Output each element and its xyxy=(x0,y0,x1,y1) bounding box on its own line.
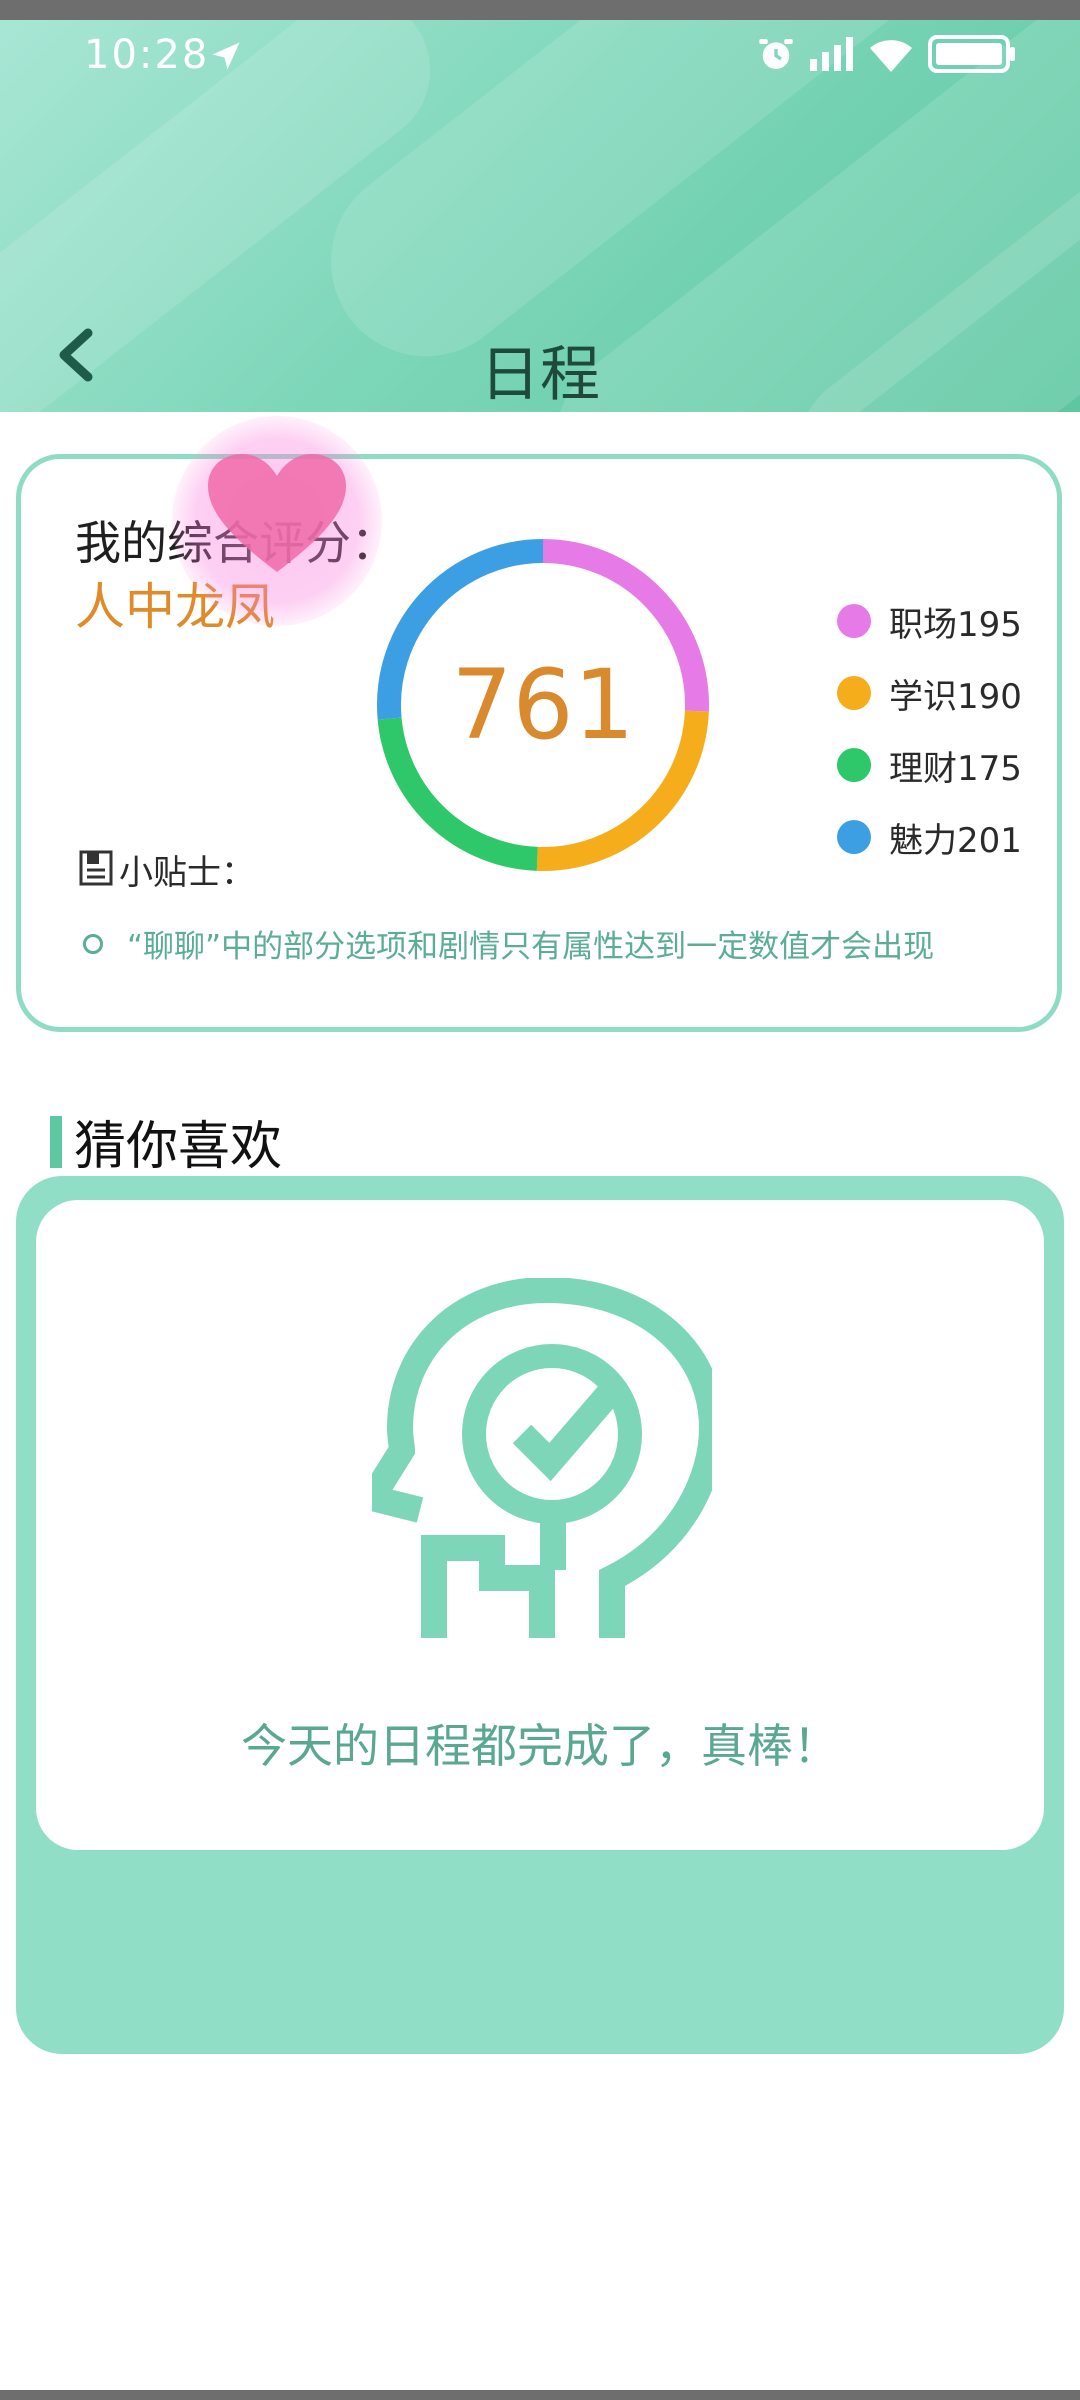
floating-heart-bubble[interactable] xyxy=(172,416,382,626)
legend-dot xyxy=(837,676,871,710)
notepad-icon xyxy=(79,850,113,890)
legend-dot xyxy=(837,748,871,782)
header: 10:28 日程 xyxy=(0,20,1080,412)
recommend-section-header: 猜你喜欢 xyxy=(50,1104,282,1179)
heart-icon xyxy=(208,454,346,572)
completion-message: 今天的日程都完成了，真棒！ xyxy=(241,1719,839,1773)
bullet-circle-icon xyxy=(83,933,103,954)
schedule-complete-card: 今天的日程都完成了，真棒！ xyxy=(36,1200,1044,1850)
tip-text: “聊聊”中的部分选项和剧情只有属性达到一定数值才会出现 xyxy=(127,929,935,965)
total-score: 761 xyxy=(451,649,635,761)
status-bar: 10:28 xyxy=(0,20,1080,100)
screen-bottom-edge xyxy=(0,2390,1080,2400)
screen-top-edge xyxy=(0,0,1080,20)
legend-label: 魅力201 xyxy=(889,820,1022,861)
nav-bar: 日程 xyxy=(0,310,1080,410)
legend-item-finance: 理财175 xyxy=(837,729,1022,801)
legend-dot xyxy=(837,604,871,638)
attribute-legend: 职场195 学识190 理财175 魅力201 xyxy=(837,585,1022,873)
page-title: 日程 xyxy=(480,340,600,410)
head-checkmark-icon xyxy=(372,1278,712,1638)
legend-label: 职场195 xyxy=(889,604,1022,645)
legend-item-charm: 魅力201 xyxy=(837,801,1022,873)
tips-label: 小贴士： xyxy=(119,853,255,893)
section-accent-bar xyxy=(50,1115,62,1168)
recommend-panel: 今天的日程都完成了，真棒！ xyxy=(16,1176,1064,2054)
tips-header: 小贴士： xyxy=(79,845,255,894)
legend-label: 理财175 xyxy=(889,748,1022,789)
status-time: 10:28 xyxy=(84,32,210,78)
legend-label: 学识190 xyxy=(889,676,1022,717)
alarm-icon xyxy=(756,34,796,78)
signal-icon xyxy=(810,37,854,75)
battery-icon xyxy=(928,35,1016,77)
tip-item: “聊聊”中的部分选项和剧情只有属性达到一定数值才会出现 xyxy=(83,921,934,966)
legend-item-career: 职场195 xyxy=(837,585,1022,657)
legend-dot xyxy=(837,820,871,854)
wifi-icon xyxy=(868,36,914,76)
section-title: 猜你喜欢 xyxy=(74,1117,283,1177)
location-arrow-icon xyxy=(208,38,244,78)
legend-item-knowledge: 学识190 xyxy=(837,657,1022,729)
